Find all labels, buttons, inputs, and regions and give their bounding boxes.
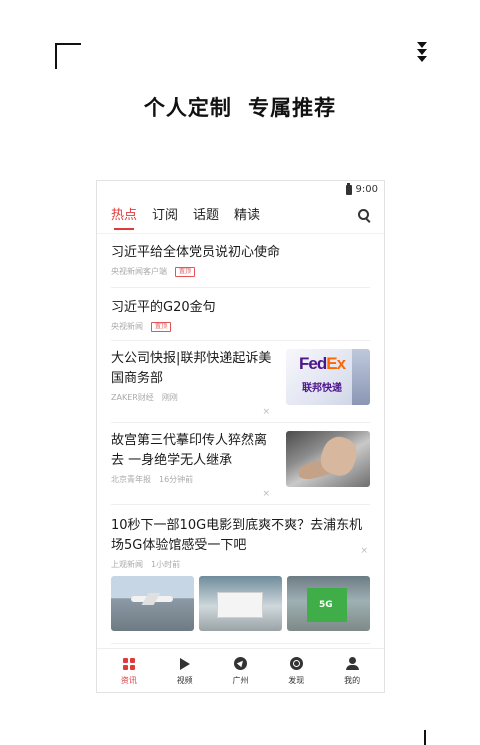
nav-label: 视频 [176,675,193,685]
image-gallery: 5G [111,576,370,631]
nav-discover[interactable]: 发现 [271,656,321,686]
news-feed: 习近平给全体党员说初心使命 央视新闻客户端 置顶 习近平的G20金句 央视新闻 … [97,234,384,644]
nav-profile[interactable]: 我的 [327,656,377,686]
news-item[interactable]: 习近平的G20金句 央视新闻 置顶 [111,288,370,341]
search-icon[interactable] [358,209,372,223]
news-item[interactable]: 故宫第三代摹印传人猝然离去 一身绝学无人继承 北京青年报 16分钟前 × [111,423,370,505]
news-thumbnail [286,431,370,487]
pinned-badge: 置顶 [175,266,196,277]
news-image [199,576,282,631]
news-title: 习近平的G20金句 [111,300,216,315]
nav-video[interactable]: 视频 [160,656,210,686]
nav-city[interactable]: 广州 [215,656,265,686]
nav-label: 发现 [288,675,305,685]
pinned-badge: 置顶 [151,321,172,332]
news-thumbnail: FedEx 联邦快递 [286,349,370,405]
news-source: 央视新闻客户端 [111,267,167,276]
nav-news[interactable]: 资讯 [104,656,154,686]
arrow-down-icon [417,56,427,62]
bottom-navigation: 资讯 视频 广州 发现 我的 [97,648,384,692]
arrow-down-icon [417,49,427,55]
nav-label: 广州 [232,675,249,685]
news-image: 5G [287,576,370,631]
news-time: 1小时前 [151,560,181,569]
scroll-down-icon[interactable] [415,42,429,63]
status-time: 9:00 [355,184,378,195]
dismiss-icon[interactable]: × [262,407,270,417]
phone-screen-preview: 9:00 热点 订阅 话题 精读 习近平给全体党员说初心使命 央视新闻客户端 置… [96,180,385,693]
tab-featured[interactable]: 精读 [234,198,260,234]
top-tabs: 热点 订阅 话题 精读 [97,198,384,234]
news-source: ZAKER财经 [111,393,154,402]
news-time: 16分钟前 [159,475,194,484]
news-title: 故宫第三代摹印传人猝然离去 一身绝学无人继承 [111,433,268,468]
tab-subscribe[interactable]: 订阅 [152,198,178,234]
tab-hot[interactable]: 热点 [111,198,137,234]
arrow-down-icon [417,42,427,48]
play-icon [179,657,190,670]
nav-label: 我的 [344,675,361,685]
corner-mark-bottom [424,730,426,745]
page-headline: 个人定制 专属推荐 [143,96,337,120]
battery-icon [345,182,352,195]
status-bar: 9:00 [97,181,384,198]
thumbnail-caption: 联邦快递 [302,383,342,394]
tab-topics[interactable]: 话题 [193,198,219,234]
news-item[interactable]: 10秒下一部10G电影到底爽不爽？去浦东机场5G体验馆感受一下吧 上观新闻 1小… [111,505,370,644]
news-source: 北京青年报 [111,475,151,484]
fedex-logo: FedEx [299,354,346,373]
discover-icon [289,657,303,670]
dismiss-icon[interactable]: × [360,546,368,556]
news-source: 央视新闻 [111,322,143,331]
location-icon [233,657,247,670]
news-source: 上观新闻 [111,560,143,569]
news-title: 大公司快报|联邦快递起诉美国商务部 [111,351,272,386]
corner-mark-top-left [55,43,81,69]
news-image [111,576,194,631]
nav-label: 资讯 [120,675,137,685]
news-item[interactable]: 习近平给全体党员说初心使命 央视新闻客户端 置顶 [111,234,370,288]
news-time: 刚刚 [161,393,178,402]
grid-icon [122,657,135,670]
dismiss-icon[interactable]: × [262,489,270,499]
news-title: 10秒下一部10G电影到底爽不爽？去浦东机场5G体验馆感受一下吧 [111,518,363,553]
news-item[interactable]: 大公司快报|联邦快递起诉美国商务部 ZAKER财经 刚刚 × FedEx 联邦快… [111,341,370,423]
news-title: 习近平给全体党员说初心使命 [111,245,281,260]
user-icon [345,657,359,670]
